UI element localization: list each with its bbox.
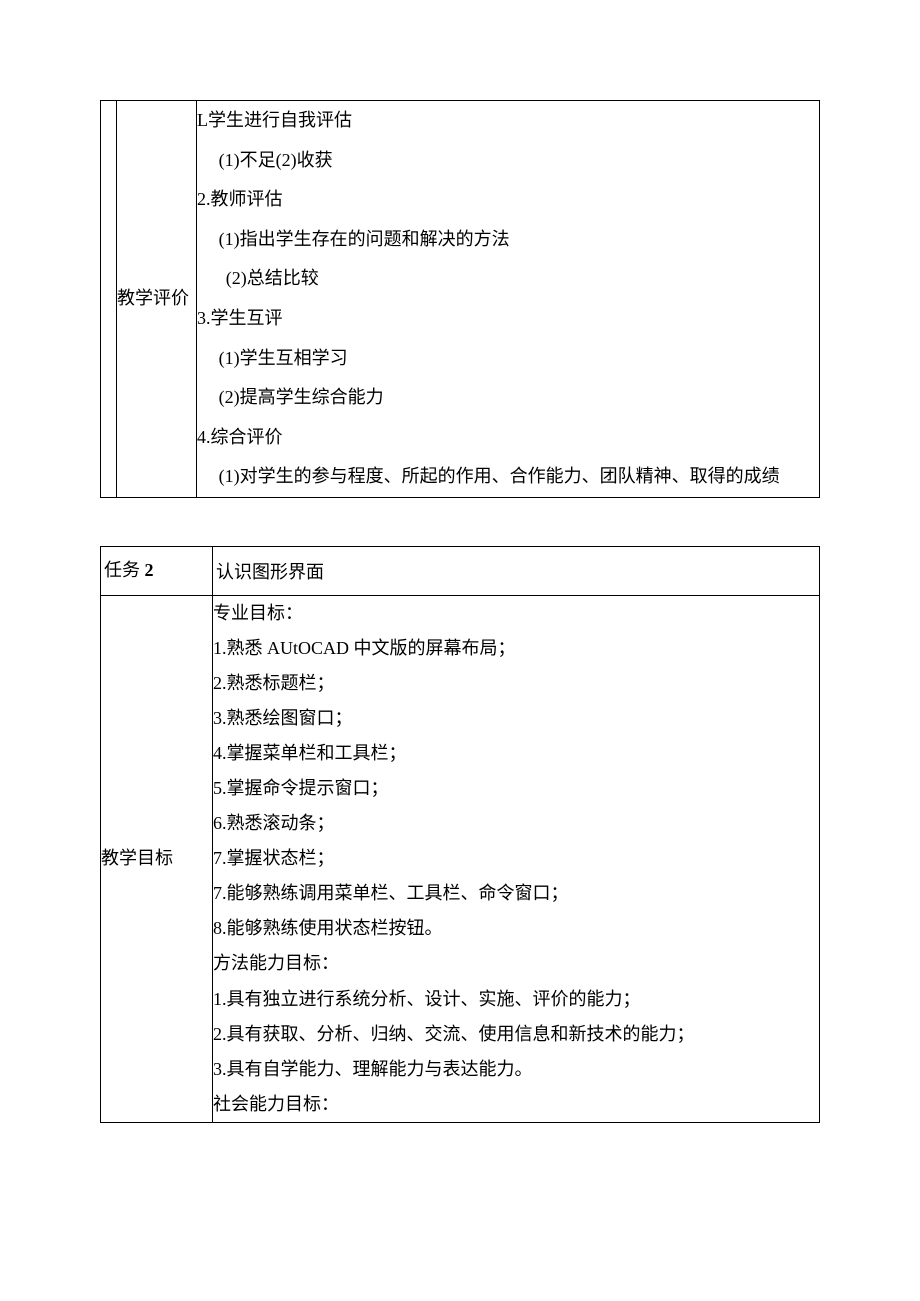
line: 3.熟悉绘图窗口； xyxy=(213,701,819,736)
line: 3.具有自学能力、理解能力与表达能力。 xyxy=(213,1052,819,1087)
line: (1)指出学生存在的问题和解决的方法 xyxy=(197,220,819,260)
cell-evaluation-content: L学生进行自我评估 (1)不足(2)收获 2.教师评估 (1)指出学生存在的问题… xyxy=(197,101,820,498)
evaluation-lines: L学生进行自我评估 (1)不足(2)收获 2.教师评估 (1)指出学生存在的问题… xyxy=(197,101,819,497)
line: 社会能力目标： xyxy=(213,1087,819,1122)
line: 2.教师评估 xyxy=(197,180,819,220)
cell-row-label: 教学评价 xyxy=(117,101,197,498)
table-gap xyxy=(100,498,820,546)
line: 4.综合评价 xyxy=(197,418,819,458)
line: 方法能力目标： xyxy=(213,946,819,981)
line: (2)提高学生综合能力 xyxy=(197,378,819,418)
table-row: 教学评价 L学生进行自我评估 (1)不足(2)收获 2.教师评估 (1)指出学生… xyxy=(101,101,820,498)
line: 7.掌握状态栏； xyxy=(213,841,819,876)
line: 4.掌握菜单栏和工具栏； xyxy=(213,736,819,771)
line: 2.熟悉标题栏； xyxy=(213,666,819,701)
line: (1)对学生的参与程度、所起的作用、合作能力、团队精神、取得的成绩 xyxy=(197,457,819,497)
line: (1)不足(2)收获 xyxy=(197,141,819,181)
task-number: 2 xyxy=(145,560,154,580)
table-task-2: 任务 2 认识图形界面 教学目标 专业目标： 1.熟悉 AUtOCAD 中文版的… xyxy=(100,546,820,1123)
line: 8.能够熟练使用状态栏按钮。 xyxy=(213,911,819,946)
goals-lines: 专业目标： 1.熟悉 AUtOCAD 中文版的屏幕布局； 2.熟悉标题栏； 3.… xyxy=(213,596,819,1122)
cell-task-label: 任务 2 xyxy=(101,546,213,595)
line: 专业目标： xyxy=(213,596,819,631)
line: (1)学生互相学习 xyxy=(197,339,819,379)
table-evaluation: 教学评价 L学生进行自我评估 (1)不足(2)收获 2.教师评估 (1)指出学生… xyxy=(100,100,820,498)
cell-empty-left xyxy=(101,101,117,498)
line: 6.熟悉滚动条； xyxy=(213,806,819,841)
cell-goals-label: 教学目标 xyxy=(101,595,213,1122)
cell-goals-content: 专业目标： 1.熟悉 AUtOCAD 中文版的屏幕布局； 2.熟悉标题栏； 3.… xyxy=(213,595,820,1122)
line: 1.熟悉 AUtOCAD 中文版的屏幕布局； xyxy=(213,631,819,666)
line: 1.具有独立进行系统分析、设计、实施、评价的能力； xyxy=(213,982,819,1017)
cell-task-title: 认识图形界面 xyxy=(213,546,820,595)
line: 2.具有获取、分析、归纳、交流、使用信息和新技术的能力； xyxy=(213,1017,819,1052)
line: L学生进行自我评估 xyxy=(197,101,819,141)
line: (2)总结比较 xyxy=(197,259,819,299)
table-row: 任务 2 认识图形界面 xyxy=(101,546,820,595)
line: 3.学生互评 xyxy=(197,299,819,339)
line: 7.能够熟练调用菜单栏、工具栏、命令窗口； xyxy=(213,876,819,911)
line: 5.掌握命令提示窗口； xyxy=(213,771,819,806)
task-label-prefix: 任务 xyxy=(104,560,140,580)
table-row: 教学目标 专业目标： 1.熟悉 AUtOCAD 中文版的屏幕布局； 2.熟悉标题… xyxy=(101,595,820,1122)
